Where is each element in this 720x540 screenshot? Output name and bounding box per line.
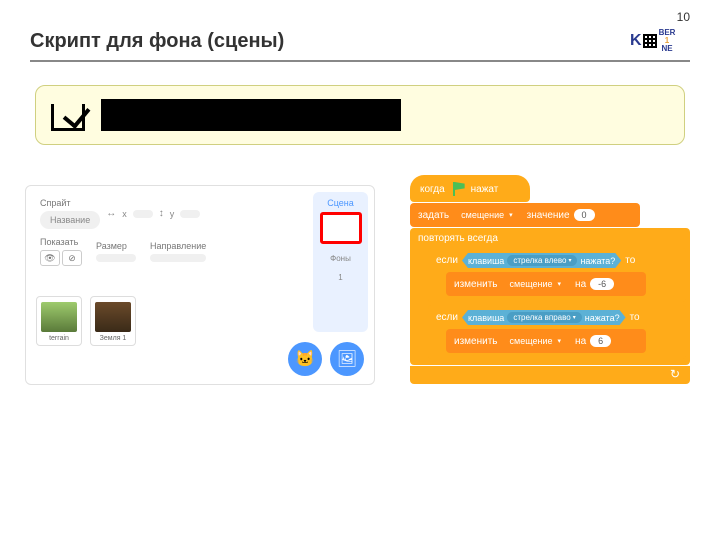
x-field[interactable] xyxy=(133,210,153,218)
block-if-left[interactable]: если клавиша стрелка влево нажата? то из… xyxy=(428,248,686,302)
sprite-thumbnails: terrain Земля 1 xyxy=(36,296,136,346)
size-label: Размер xyxy=(96,241,136,251)
qr-icon xyxy=(643,34,657,48)
sprite-thumb-image xyxy=(41,302,77,332)
value-input[interactable]: -6 xyxy=(590,278,614,290)
x-arrows-icon: ↔ xyxy=(106,208,116,219)
sprite-name-field[interactable]: Название xyxy=(40,211,100,229)
y-field[interactable] xyxy=(180,210,200,218)
green-flag-icon xyxy=(451,182,465,196)
var-dropdown[interactable]: смещение xyxy=(502,334,572,348)
logo-letter-k: K xyxy=(630,32,642,50)
y-arrows-icon: ↕ xyxy=(159,208,164,219)
sprite-thumb-image xyxy=(95,302,131,332)
scratch-script: когда нажат задать смещение значение 0 п… xyxy=(410,175,695,384)
sensing-key-pressed-left[interactable]: клавиша стрелка влево нажата? xyxy=(462,253,621,268)
add-backdrop-button[interactable]: 🖼 xyxy=(330,342,364,376)
forever-loop-tail xyxy=(410,366,690,384)
sprite-thumb-earth1[interactable]: Земля 1 xyxy=(90,296,136,346)
show-visible-button[interactable]: 👁 xyxy=(40,250,60,266)
stage-thumbnail-highlighted[interactable] xyxy=(320,212,362,244)
value-input[interactable]: 0 xyxy=(574,209,595,221)
block-forever[interactable]: повторять всегда если клавиша стрелка вл… xyxy=(410,228,690,365)
block-set-variable[interactable]: задать смещение значение 0 xyxy=(410,203,640,227)
title-underline xyxy=(30,60,690,62)
block-change-variable-left[interactable]: изменить смещение на -6 xyxy=(446,272,646,296)
sprite-thumb-terrain[interactable]: terrain xyxy=(36,296,82,346)
show-hidden-button[interactable]: ⊘ xyxy=(62,250,82,266)
direction-field[interactable] xyxy=(150,254,206,262)
backdrops-label: Фоны xyxy=(330,254,351,263)
logo-kiberone: K BER 1 NE xyxy=(630,22,690,60)
logo-one-stripe: BER 1 NE xyxy=(659,29,676,53)
key-dropdown-left[interactable]: стрелка влево xyxy=(507,255,577,266)
block-change-variable-right[interactable]: изменить смещение на 6 xyxy=(446,329,646,353)
stage-panel: Сцена Фоны 1 xyxy=(313,192,368,332)
block-when-flag-clicked[interactable]: когда нажат xyxy=(410,175,530,202)
cat-icon: 🐱 xyxy=(295,349,315,369)
direction-label: Направление xyxy=(150,241,206,251)
sprite-panel: Спрайт Название ↔ x ↕ y Показать 👁 ⊘ Раз… xyxy=(25,185,375,385)
sprite-info: Спрайт Название ↔ x ↕ y Показать 👁 ⊘ Раз… xyxy=(34,194,304,284)
backdrops-count: 1 xyxy=(338,273,342,282)
stage-label: Сцена xyxy=(327,198,354,208)
size-field[interactable] xyxy=(96,254,136,262)
var-dropdown[interactable]: смещение xyxy=(502,277,572,291)
add-sprite-button[interactable]: 🐱 xyxy=(288,342,322,376)
x-label: x xyxy=(122,209,127,219)
checkbox-icon xyxy=(51,99,83,131)
key-dropdown-right[interactable]: стрелка вправо xyxy=(507,312,581,323)
task-box xyxy=(35,85,685,145)
sprite-label: Спрайт xyxy=(40,198,100,208)
value-input[interactable]: 6 xyxy=(590,335,611,347)
y-label: y xyxy=(170,209,175,219)
show-label: Показать xyxy=(40,237,82,247)
picture-icon: 🖼 xyxy=(337,349,357,369)
page-title: Скрипт для фона (сцены) xyxy=(30,30,284,53)
task-text-redacted xyxy=(101,99,401,131)
block-if-right[interactable]: если клавиша стрелка вправо нажата? то и… xyxy=(428,305,686,359)
sensing-key-pressed-right[interactable]: клавиша стрелка вправо нажата? xyxy=(462,310,626,325)
var-dropdown[interactable]: смещение xyxy=(453,208,523,222)
